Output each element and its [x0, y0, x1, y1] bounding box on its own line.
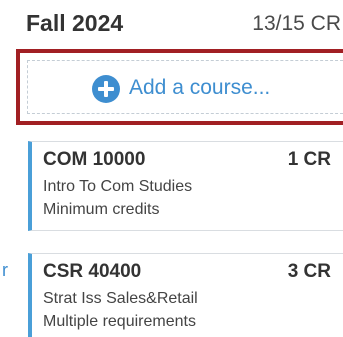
course-credits: 3 CR	[287, 261, 331, 282]
course-code: CSR 40400	[43, 261, 142, 282]
plus-circle-icon[interactable]	[92, 75, 120, 103]
term-title: Fall 2024	[26, 10, 124, 36]
add-course-dropzone[interactable]: Add a course...	[27, 60, 343, 114]
add-course-label[interactable]: Add a course...	[129, 76, 270, 100]
course-credits: 1 CR	[287, 149, 331, 170]
course-name: Strat Iss Sales&Retail	[43, 290, 198, 307]
term-credits: 13/15 CR	[252, 12, 341, 35]
course-code: COM 10000	[43, 149, 146, 170]
course-name: Intro To Com Studies	[43, 178, 193, 195]
course-card[interactable]: COM 10000 1 CR Intro To Com Studies Mini…	[28, 141, 343, 231]
add-course-button[interactable]: Add a course...	[16, 49, 343, 125]
term-panel: Fall 2024 13/15 CR Add a course... COM 1…	[0, 0, 343, 337]
course-requirement: Minimum credits	[43, 201, 160, 218]
clipped-text-fragment: r	[2, 260, 8, 280]
term-header: Fall 2024 13/15 CR	[26, 8, 343, 40]
course-requirement: Multiple requirements	[43, 313, 196, 330]
course-card[interactable]: CSR 40400 3 CR Strat Iss Sales&Retail Mu…	[28, 253, 343, 337]
